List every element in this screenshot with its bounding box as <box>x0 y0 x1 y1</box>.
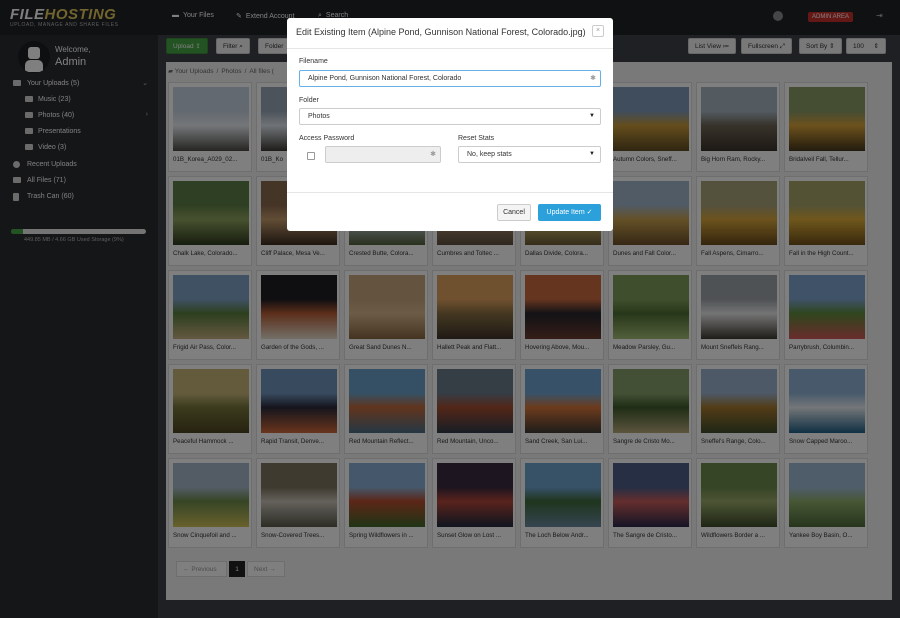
reset-stats-value: No, keep stats <box>467 151 512 158</box>
check-icon: ✓ <box>586 209 593 216</box>
caret-down-icon: ▼ <box>589 151 595 157</box>
modal-backdrop[interactable]: Edit Existing Item (Alpine Pond, Gunniso… <box>0 0 900 618</box>
folder-label: Folder <box>299 97 319 104</box>
required-icon: ✱ <box>430 151 436 158</box>
required-icon: ✱ <box>590 75 596 82</box>
divider <box>287 48 613 49</box>
reset-stats-label: Reset Stats <box>458 135 495 142</box>
close-icon[interactable]: × <box>592 25 604 37</box>
filename-label: Filename <box>299 58 328 65</box>
access-password-label: Access Password <box>299 135 355 142</box>
cancel-button[interactable]: Cancel <box>497 204 531 221</box>
folder-select[interactable]: Photos ▼ <box>299 108 601 125</box>
update-item-button[interactable]: Update Item ✓ <box>538 204 601 221</box>
filename-value: Alpine Pond, Gunnison National Forest, C… <box>308 75 462 82</box>
password-input[interactable]: ✱ <box>325 146 441 163</box>
filename-input[interactable]: Alpine Pond, Gunnison National Forest, C… <box>299 70 601 87</box>
password-checkbox[interactable] <box>307 152 315 160</box>
edit-item-modal: Edit Existing Item (Alpine Pond, Gunniso… <box>287 18 613 231</box>
update-label: Update Item <box>546 209 585 216</box>
divider <box>287 192 613 193</box>
reset-stats-select[interactable]: No, keep stats ▼ <box>458 146 601 163</box>
folder-value: Photos <box>308 113 330 120</box>
modal-title: Edit Existing Item (Alpine Pond, Gunniso… <box>296 27 586 37</box>
caret-down-icon: ▼ <box>589 113 595 119</box>
